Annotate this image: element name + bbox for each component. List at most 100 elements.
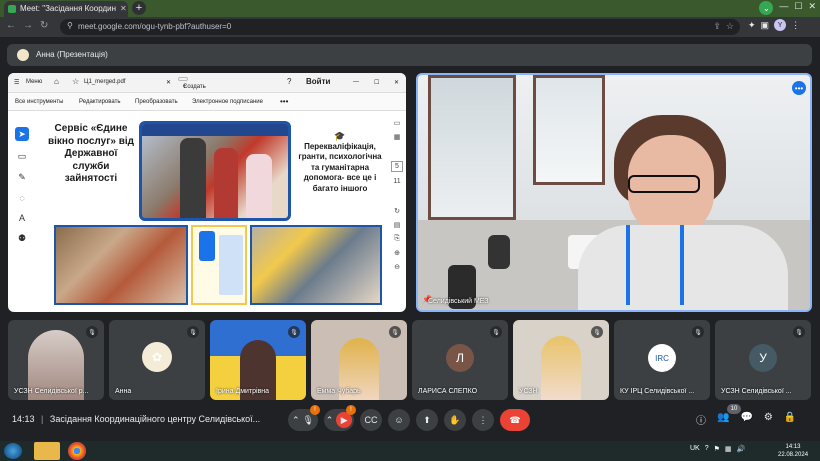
close-file-tab-icon[interactable]: ✕ — [166, 79, 171, 86]
slide-photo-office — [139, 121, 291, 221]
star-icon[interactable]: ☆ — [72, 77, 79, 86]
tool-all[interactable]: Все инструменты — [15, 99, 63, 105]
tool-convert[interactable]: Преобразовать — [135, 99, 178, 105]
participant-tile[interactable]: 🎙 Емма Чубарь — [311, 320, 407, 400]
chat-icon[interactable]: 💬 — [740, 412, 752, 427]
participant-logo-icon: IRC — [648, 344, 676, 372]
host-controls-icon[interactable]: 🔒 — [784, 412, 796, 427]
bookmark-star-icon[interactable]: ☆ — [726, 21, 734, 32]
active-speaker-tile[interactable]: ••• 📌 Селидівський МЕЗ — [416, 73, 812, 312]
activities-icon[interactable]: ⚙ — [764, 412, 773, 427]
network-icon[interactable]: ▦ — [725, 445, 732, 453]
zoom-out-icon[interactable]: ⊖ — [394, 263, 400, 271]
language-indicator[interactable]: UK — [690, 445, 700, 453]
camera-control[interactable]: ⌃ ▶ ! — [324, 405, 356, 431]
page-number-field[interactable]: 5 — [391, 161, 403, 172]
taskbar-clock[interactable]: 14:13 22.08.2024 — [778, 443, 808, 459]
mic-off-icon: 🎙 — [692, 326, 704, 338]
volume-icon[interactable]: 🔊 — [737, 445, 746, 453]
annotation-toolbar: ➤ ▭ ✎ ◌ A ⚉ — [13, 127, 31, 244]
lasso-icon[interactable]: ◌ — [19, 193, 24, 203]
chrome-taskbar-icon[interactable] — [68, 442, 86, 460]
emoji-icon: ☺ — [394, 415, 404, 425]
chevron-up-icon[interactable]: ⌃ — [326, 415, 334, 426]
pdf-tools-bar: Все инструменты Редактировать Преобразов… — [8, 93, 406, 111]
participant-tile[interactable]: Л 🎙 ЛАРИСА СЛЕПКО — [412, 320, 508, 400]
present-button[interactable]: ⬆ — [416, 409, 438, 431]
close-viewer-button[interactable]: ✕ — [394, 79, 399, 86]
participant-tile[interactable]: 🎙 УСЗН — [513, 320, 609, 400]
page-total: 11 — [393, 178, 401, 185]
forward-icon[interactable]: → — [23, 20, 33, 31]
comment-icon[interactable]: ▭ — [18, 151, 27, 162]
menu-icon[interactable]: ☰ — [14, 79, 19, 86]
side-panel-icon[interactable]: ▣ — [761, 20, 770, 31]
chrome-menu-icon[interactable]: ⋮ — [791, 20, 800, 31]
meeting-info: 14:13 | Засідання Координаційного центру… — [12, 414, 260, 424]
file-explorer-icon[interactable] — [34, 442, 60, 460]
select-cursor-icon[interactable]: ➤ — [15, 127, 29, 141]
windows-start-icon[interactable] — [4, 443, 22, 459]
create-label: Создать — [183, 84, 206, 90]
pdf-file-tab[interactable]: Ц1_merged.pdf — [84, 79, 125, 85]
present-screen-icon: ⬆ — [423, 414, 431, 425]
signin-button[interactable]: Войти — [306, 77, 330, 86]
tile-more-options-icon[interactable]: ••• — [792, 81, 806, 95]
zoom-in-icon[interactable]: ⊕ — [394, 249, 400, 257]
raise-hand-button[interactable]: ✋ — [444, 409, 466, 431]
address-bar[interactable]: ⚲ meet.google.com/ogu-tynb-pbf?authuser=… — [60, 19, 740, 35]
pen-icon[interactable]: ✎ — [18, 172, 26, 183]
back-icon[interactable]: ← — [6, 20, 16, 31]
mic-control[interactable]: ⌃ 🎙 ! — [288, 405, 320, 431]
export-icon[interactable]: ⎘ — [394, 235, 400, 243]
phone-hangup-icon: ☎ — [509, 414, 521, 425]
captions-button[interactable]: CC — [360, 409, 382, 431]
participant-tile[interactable]: 🎙 Ірина Дмитрівна — [210, 320, 306, 400]
browser-tab[interactable]: Meet: "Засідання Координ ✕ — [4, 1, 128, 17]
profile-avatar[interactable]: Y — [774, 19, 787, 31]
reload-icon[interactable]: ↻ — [40, 20, 48, 31]
minimize-button[interactable]: — — [779, 1, 788, 15]
participant-tile[interactable]: IRC 🎙 КУ ІРЦ Селидівської ... — [614, 320, 710, 400]
reactions-button[interactable]: ☺ — [388, 409, 410, 431]
hand-icon: ✋ — [449, 414, 461, 425]
leave-call-button[interactable]: ☎ — [500, 409, 530, 431]
presentation-tile[interactable]: ☰ Меню ⌂ ☆ Ц1_merged.pdf ✕ + Создать ? В… — [8, 73, 406, 312]
flag-icon[interactable]: ⚑ — [714, 445, 720, 453]
help-icon[interactable]: ? — [287, 77, 291, 86]
participant-avatar: У — [749, 344, 777, 372]
close-window-button[interactable]: ✕ — [808, 1, 816, 15]
new-tab-button[interactable]: + — [132, 1, 146, 15]
participant-tile[interactable]: 🎙 УСЗН Селидівської р... — [8, 320, 104, 400]
site-info-icon[interactable]: ⚲ — [67, 21, 73, 30]
chevron-up-icon[interactable]: ⌃ — [292, 415, 300, 426]
help-icon[interactable]: ? — [705, 445, 709, 453]
download-icon[interactable]: ⌄ — [759, 1, 774, 15]
share-icon[interactable]: ⇪ — [713, 21, 721, 32]
create-button[interactable]: + Создать — [178, 77, 206, 90]
comments-panel-icon[interactable]: ▭ — [394, 119, 401, 127]
close-tab-icon[interactable]: ✕ — [120, 4, 127, 13]
tool-esign[interactable]: Электронное подписание — [192, 99, 263, 105]
thumbnails-icon[interactable]: ▦ — [394, 133, 401, 141]
extensions-icon[interactable]: ✦ — [748, 20, 756, 31]
more-tools-icon[interactable]: ••• — [280, 97, 288, 106]
save-icon[interactable]: ▤ — [394, 221, 401, 229]
minimize-viewer-button[interactable]: — — [353, 79, 359, 85]
mic-off-icon[interactable]: 🎙 — [303, 415, 314, 426]
home-icon[interactable]: ⌂ — [54, 77, 59, 86]
text-box-icon[interactable]: A — [19, 213, 25, 223]
people-icon[interactable]: 👥 — [717, 412, 729, 427]
tool-edit[interactable]: Редактировать — [79, 99, 120, 105]
participant-tile[interactable]: ✿ 🎙 Анна — [109, 320, 205, 400]
menu-label[interactable]: Меню — [26, 79, 42, 85]
stamp-icon[interactable]: ⚉ — [18, 233, 26, 244]
pdf-page: Сервіс «Єдине вікно послуг» від Державно… — [46, 117, 384, 307]
maximize-viewer-button[interactable]: ☐ — [374, 79, 379, 86]
participant-tile[interactable]: У 🎙 УСЗН Селидівської ... — [715, 320, 811, 400]
window-left — [428, 75, 516, 220]
more-options-button[interactable]: ⋮ — [472, 409, 494, 431]
maximize-button[interactable]: ☐ — [794, 1, 802, 15]
meeting-details-icon[interactable]: ⓘ — [696, 412, 706, 427]
refresh-icon[interactable]: ↻ — [394, 207, 400, 215]
